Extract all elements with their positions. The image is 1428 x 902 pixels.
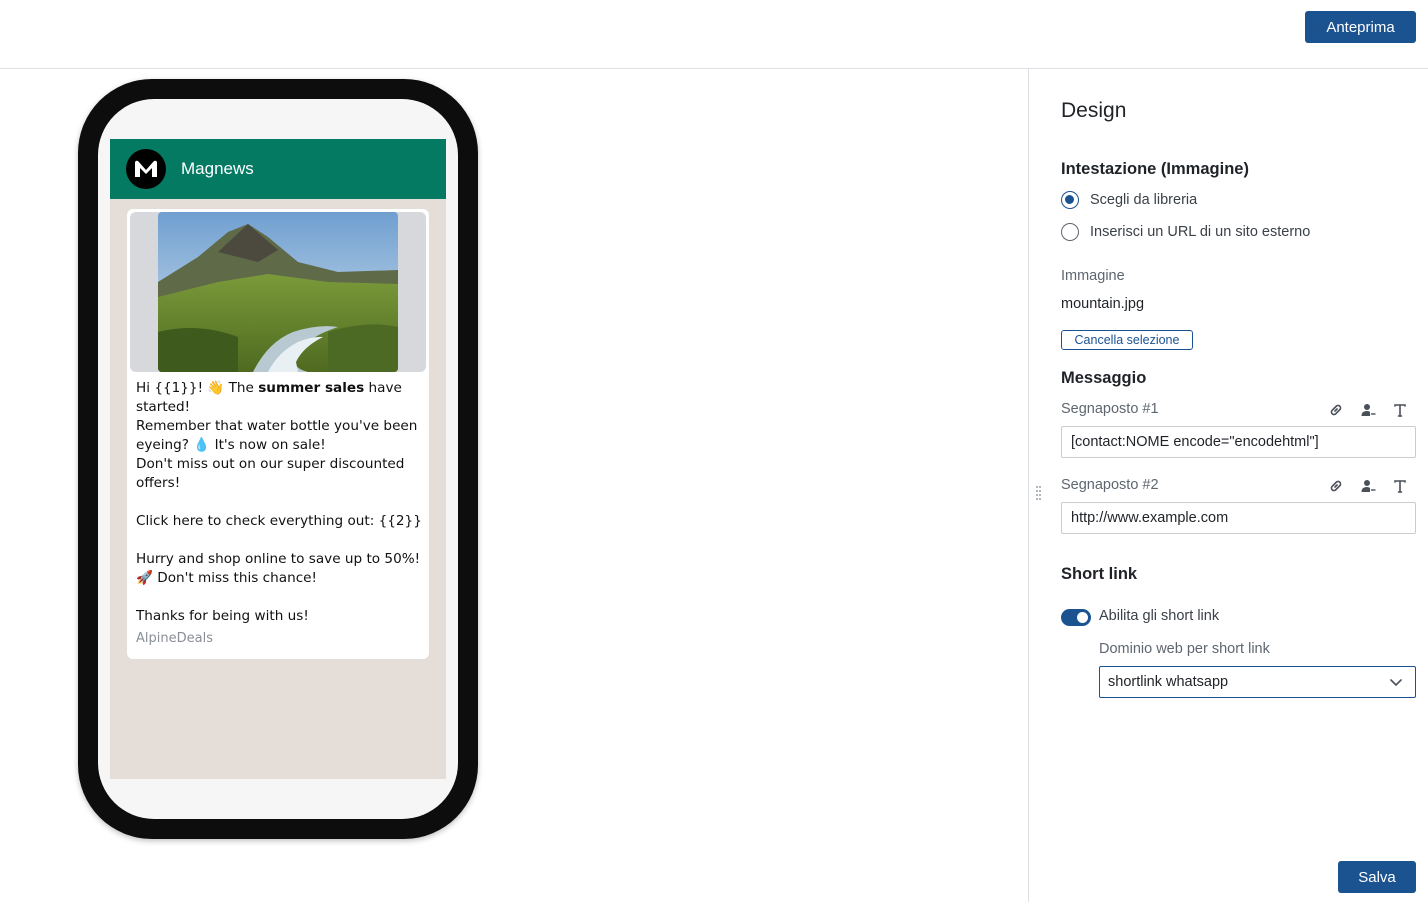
shortlink-toggle[interactable] <box>1061 609 1091 626</box>
clear-selection-button[interactable]: Cancella selezione <box>1061 330 1193 350</box>
message-line <box>136 531 422 550</box>
message-line: Click here to check everything out: {{2}… <box>136 513 422 529</box>
add-contact-icon[interactable] <box>1359 477 1377 495</box>
top-toolbar <box>0 0 1428 69</box>
message-footer: AlpineDeals <box>136 631 213 646</box>
add-contact-icon[interactable] <box>1359 401 1377 419</box>
sender-name: Magnews <box>181 159 254 178</box>
message-line: offers! <box>136 475 181 491</box>
save-button[interactable]: Salva <box>1338 861 1416 893</box>
panel-title: Design <box>1061 99 1127 122</box>
image-label: Immagine <box>1061 268 1125 284</box>
phone-frame: Magnews Hi {{1}}! 👋 The summer sales hav… <box>78 79 478 839</box>
radio-label: Scegli da libreria <box>1090 192 1198 208</box>
link-icon[interactable] <box>1327 401 1345 419</box>
message-line <box>136 588 422 607</box>
text-format-icon[interactable] <box>1391 401 1409 419</box>
placeholder-2-input[interactable]: http://www.example.com <box>1061 502 1416 534</box>
text-format-icon[interactable] <box>1391 477 1409 495</box>
message-line: started! <box>136 399 191 415</box>
message-line: 🚀 Don't miss this chance! <box>136 570 317 586</box>
chat-area: Hi {{1}}! 👋 The summer sales have starte… <box>110 199 446 779</box>
domain-select-value: shortlink whatsapp <box>1108 674 1229 690</box>
message-line: eyeing? 💧 It's now on sale! <box>136 437 326 453</box>
radio-library[interactable]: Scegli da libreria <box>1061 191 1197 209</box>
link-icon[interactable] <box>1327 477 1345 495</box>
message-line: Don't miss out on our super discounted <box>136 456 405 472</box>
radio-unselected-icon[interactable] <box>1061 223 1079 241</box>
message-bubble: Hi {{1}}! 👋 The summer sales have starte… <box>127 209 429 659</box>
domain-label: Dominio web per short link <box>1099 641 1270 657</box>
message-line: Hi {{1}}! 👋 The summer sales have <box>136 380 402 396</box>
domain-select[interactable]: shortlink whatsapp <box>1099 666 1416 698</box>
message-line: Hurry and shop online to save up to 50%! <box>136 551 421 567</box>
placeholder-1-input[interactable]: [contact:NOME encode="encodehtml"] <box>1061 426 1416 458</box>
header-section-title: Intestazione (Immagine) <box>1061 160 1249 178</box>
placeholder-1-label: Segnaposto #1 <box>1061 401 1159 417</box>
message-text: Hi {{1}}! 👋 The summer sales have starte… <box>136 379 422 626</box>
chat-header: Magnews <box>110 139 446 199</box>
radio-selected-icon[interactable] <box>1061 191 1079 209</box>
mountain-image <box>158 212 398 372</box>
shortlink-toggle-label: Abilita gli short link <box>1099 608 1220 624</box>
magnews-logo-icon <box>126 149 166 189</box>
shortlink-section-title: Short link <box>1061 565 1138 583</box>
radio-external-url[interactable]: Inserisci un URL di un sito esterno <box>1061 223 1310 241</box>
phone-screen: Magnews Hi {{1}}! 👋 The summer sales hav… <box>98 99 458 819</box>
placeholder-2-label: Segnaposto #2 <box>1061 477 1159 493</box>
header-image-frame <box>130 212 426 372</box>
resize-handle-icon[interactable] <box>1036 486 1042 502</box>
message-line <box>136 493 422 512</box>
image-filename: mountain.jpg <box>1061 296 1145 312</box>
preview-button[interactable]: Anteprima <box>1305 11 1416 43</box>
message-line: Remember that water bottle you've been <box>136 418 418 434</box>
message-section-title: Messaggio <box>1061 369 1147 387</box>
radio-label: Inserisci un URL di un sito esterno <box>1090 224 1311 240</box>
message-line: Thanks for being with us! <box>136 608 309 624</box>
chevron-down-icon <box>1389 676 1403 692</box>
